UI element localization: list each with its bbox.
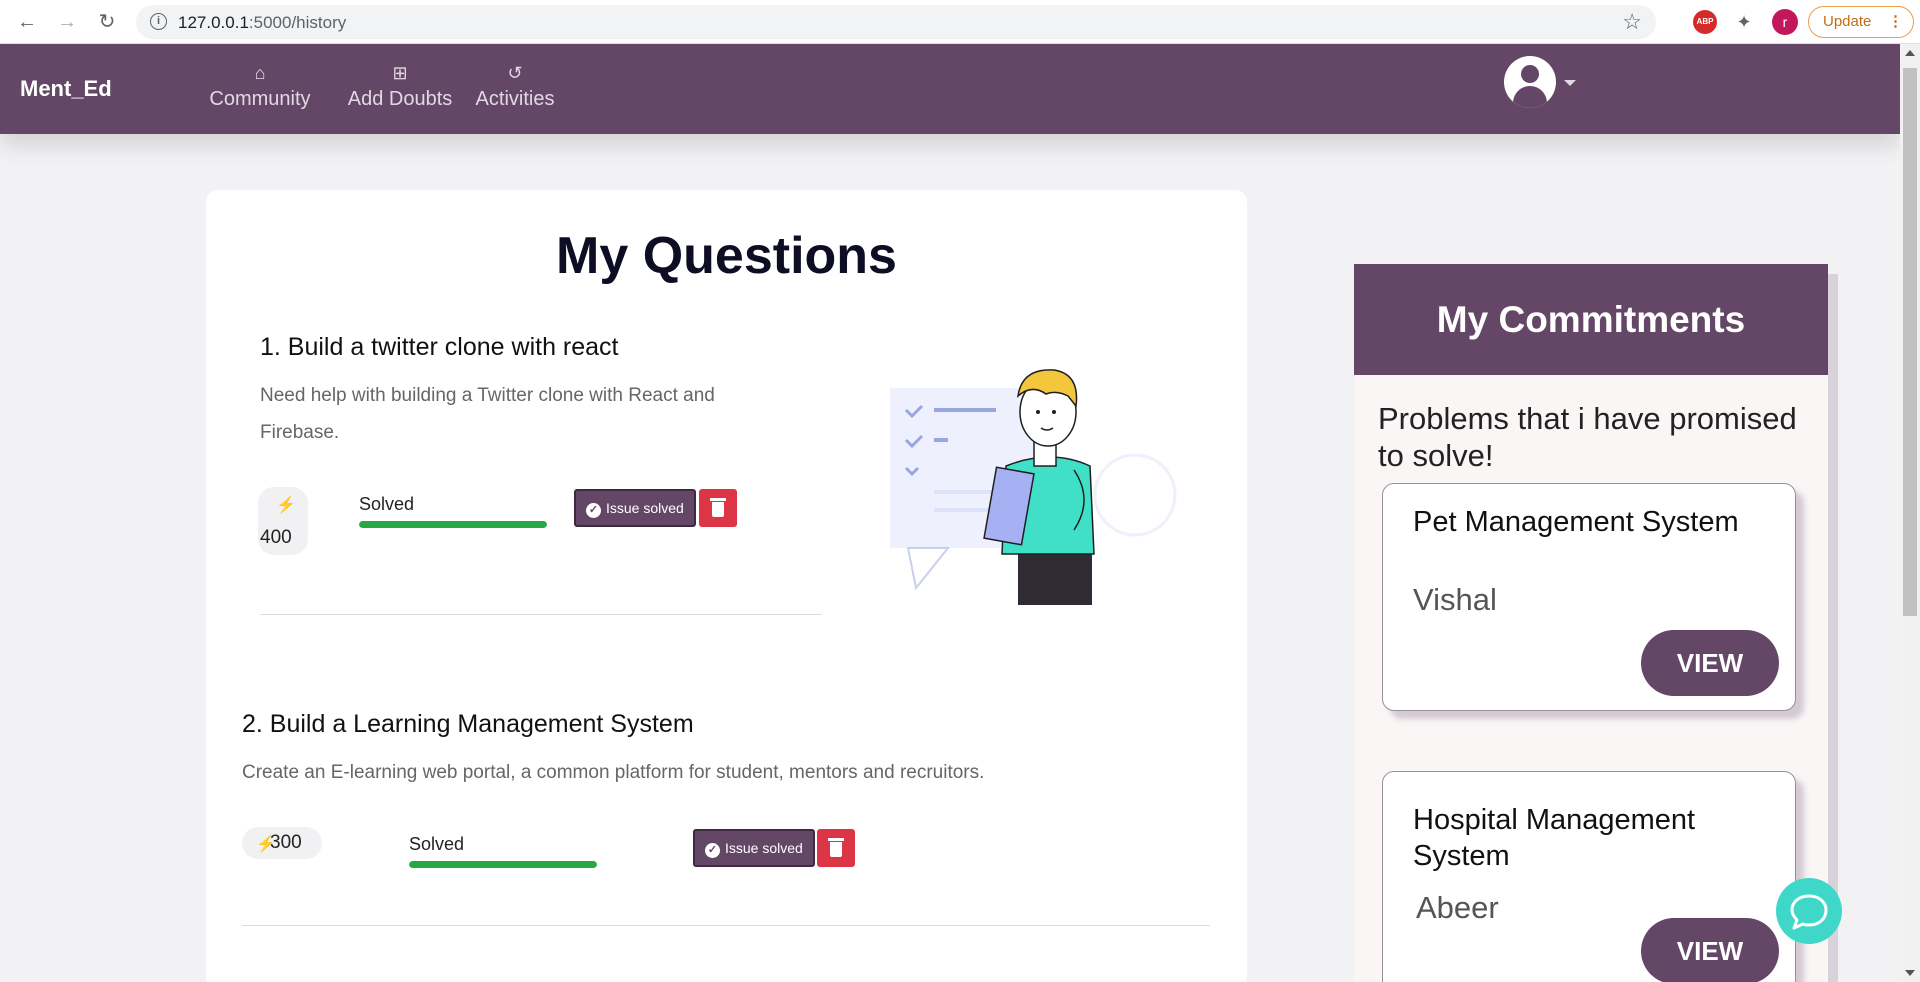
check-circle-icon: ✓ <box>586 503 601 518</box>
back-arrow-icon[interactable]: ← <box>14 9 40 35</box>
points-badge: ⚡ 300 <box>242 827 322 859</box>
points-badge: ⚡ 400 <box>258 487 308 555</box>
progress-fill <box>409 861 597 868</box>
points-value: 400 <box>260 527 292 548</box>
history-icon: ↺ <box>507 63 523 83</box>
nav-item-label: Add Doubts <box>347 88 453 110</box>
question-title: 2. Build a Learning Management System <box>242 710 694 738</box>
issue-solved-button[interactable]: ✓ Issue solved <box>574 489 696 527</box>
adblock-extension-icon[interactable]: ABP <box>1693 10 1717 34</box>
chat-button[interactable] <box>1776 878 1842 944</box>
url-text[interactable]: 127.0.0.1:5000/history <box>178 13 346 33</box>
page-title: My Questions <box>556 227 897 285</box>
delete-button[interactable] <box>817 829 855 867</box>
scroll-up-icon[interactable] <box>1905 50 1915 56</box>
site-info-icon[interactable]: i <box>150 13 167 30</box>
commitments-heading: My Commitments <box>1354 264 1828 375</box>
status-progress: Solved <box>409 834 597 868</box>
nav-item-label: Community <box>209 88 311 110</box>
person-with-clipboard-illustration <box>890 369 1177 605</box>
question-title: 1. Build a twitter clone with react <box>260 333 619 361</box>
home-icon: ⌂ <box>254 63 266 83</box>
commitment-card: Hospital Management System Abeer VIEW <box>1382 771 1796 982</box>
more-menu-icon[interactable]: ⋮ <box>1888 7 1903 36</box>
question-description: Need help with building a Twitter clone … <box>260 385 715 443</box>
extensions-puzzle-icon[interactable]: ✦ <box>1731 9 1757 35</box>
nav-item-activities[interactable]: ↺ Activities <box>472 62 558 111</box>
nav-item-label: Activities <box>475 88 555 110</box>
address-bar[interactable]: i 127.0.0.1:5000/history ☆ <box>136 5 1656 39</box>
status-progress: Solved <box>359 494 547 528</box>
plus-square-icon: ⊞ <box>392 63 408 83</box>
chat-bubble-icon <box>1790 894 1828 930</box>
progress-bar <box>409 861 597 868</box>
lightning-icon: ⚡ <box>276 497 296 514</box>
caret-down-icon[interactable] <box>1564 80 1576 86</box>
my-questions-card: My Questions 1. Build a twitter clone wi… <box>206 190 1247 982</box>
divider <box>260 614 822 615</box>
user-menu[interactable] <box>1504 56 1576 112</box>
commitment-card: Pet Management System Vishal VIEW <box>1382 483 1796 711</box>
issue-solved-button[interactable]: ✓ Issue solved <box>693 829 815 867</box>
commitment-person: Vishal <box>1413 582 1497 617</box>
reload-icon[interactable]: ↻ <box>94 9 120 35</box>
update-button[interactable]: Update ⋮ <box>1808 6 1914 38</box>
profile-avatar[interactable]: r <box>1772 9 1798 35</box>
divider <box>242 925 1210 926</box>
scrollbar-thumb[interactable] <box>1903 68 1917 616</box>
view-button[interactable]: VIEW <box>1641 630 1779 696</box>
commitment-person: Abeer <box>1416 890 1499 925</box>
app-navbar: Ment_Ed ⌂ Community ⊞ Add Doubts ↺ Activ… <box>0 44 1900 134</box>
progress-fill <box>359 521 547 528</box>
status-label: Solved <box>409 834 465 854</box>
commitments-subtitle: Problems that i have promised to solve! <box>1378 401 1797 473</box>
nav-item-community[interactable]: ⌂ Community <box>189 62 331 111</box>
browser-toolbar: ← → ↻ i 127.0.0.1:5000/history ☆ ABP ✦ r… <box>0 0 1920 44</box>
commitment-title: Pet Management System <box>1413 506 1739 538</box>
progress-bar <box>359 521 547 528</box>
commitment-title: Hospital Management System <box>1413 804 1696 872</box>
commitments-panel: My Commitments Problems that i have prom… <box>1354 264 1828 982</box>
status-label: Solved <box>359 494 415 514</box>
delete-button[interactable] <box>699 489 737 527</box>
nav-item-add-doubts[interactable]: ⊞ Add Doubts <box>344 62 456 111</box>
view-button[interactable]: VIEW <box>1641 918 1779 982</box>
points-value: 300 <box>270 832 302 853</box>
question-description: Create an E-learning web portal, a commo… <box>242 762 985 783</box>
brand-logo[interactable]: Ment_Ed <box>20 76 112 102</box>
forward-arrow-icon[interactable]: → <box>54 9 80 35</box>
bookmark-star-icon[interactable]: ☆ <box>1622 9 1642 35</box>
user-avatar-icon[interactable] <box>1504 56 1556 108</box>
check-circle-icon: ✓ <box>705 843 720 858</box>
page-scrollbar[interactable] <box>1900 44 1920 982</box>
scroll-down-icon[interactable] <box>1905 970 1915 976</box>
